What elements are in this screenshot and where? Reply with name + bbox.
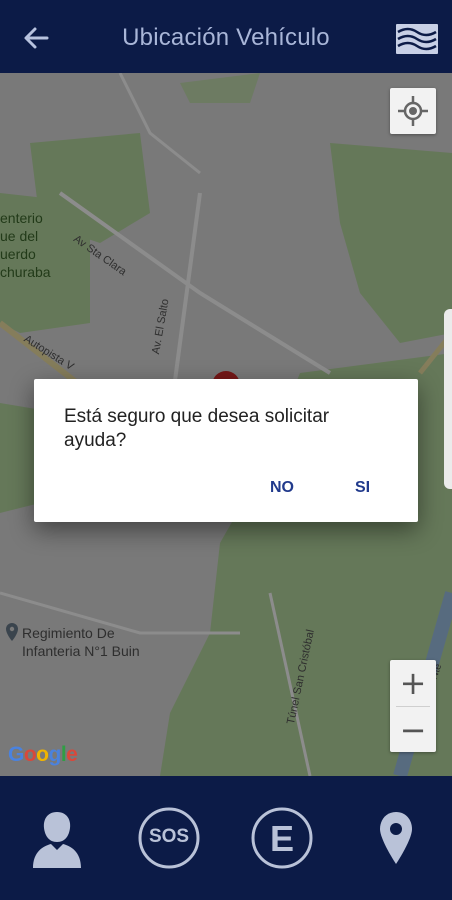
e-button[interactable]: E [250, 806, 314, 870]
google-logo: Google [8, 743, 78, 766]
sos-button[interactable]: SOS [137, 806, 201, 870]
person-icon [33, 812, 81, 868]
my-location-button[interactable] [390, 88, 436, 134]
sos-label: SOS [148, 826, 190, 847]
zoom-out-button[interactable]: − [390, 707, 436, 753]
zoom-in-button[interactable]: + [390, 660, 436, 706]
profile-button[interactable] [25, 806, 89, 870]
crosshair-icon [398, 96, 428, 126]
location-pin-icon [380, 812, 412, 864]
zoom-controls: + − [390, 660, 436, 752]
si-button[interactable]: SI [355, 479, 370, 497]
side-drawer-handle[interactable] [444, 309, 452, 489]
dialog-message: Está seguro que desea solicitar ayuda? [64, 406, 330, 451]
bottom-nav: SOS E [0, 776, 452, 900]
confirm-help-dialog: Está seguro que desea solicitar ayuda? N… [34, 379, 418, 522]
location-button[interactable] [364, 806, 428, 870]
e-label: E [269, 818, 294, 859]
page-title: Ubicación Vehículo [122, 24, 330, 51]
app-bar: Ubicación Vehículo [0, 0, 452, 73]
no-button[interactable]: NO [270, 479, 294, 497]
waves-menu-icon[interactable] [396, 24, 438, 54]
